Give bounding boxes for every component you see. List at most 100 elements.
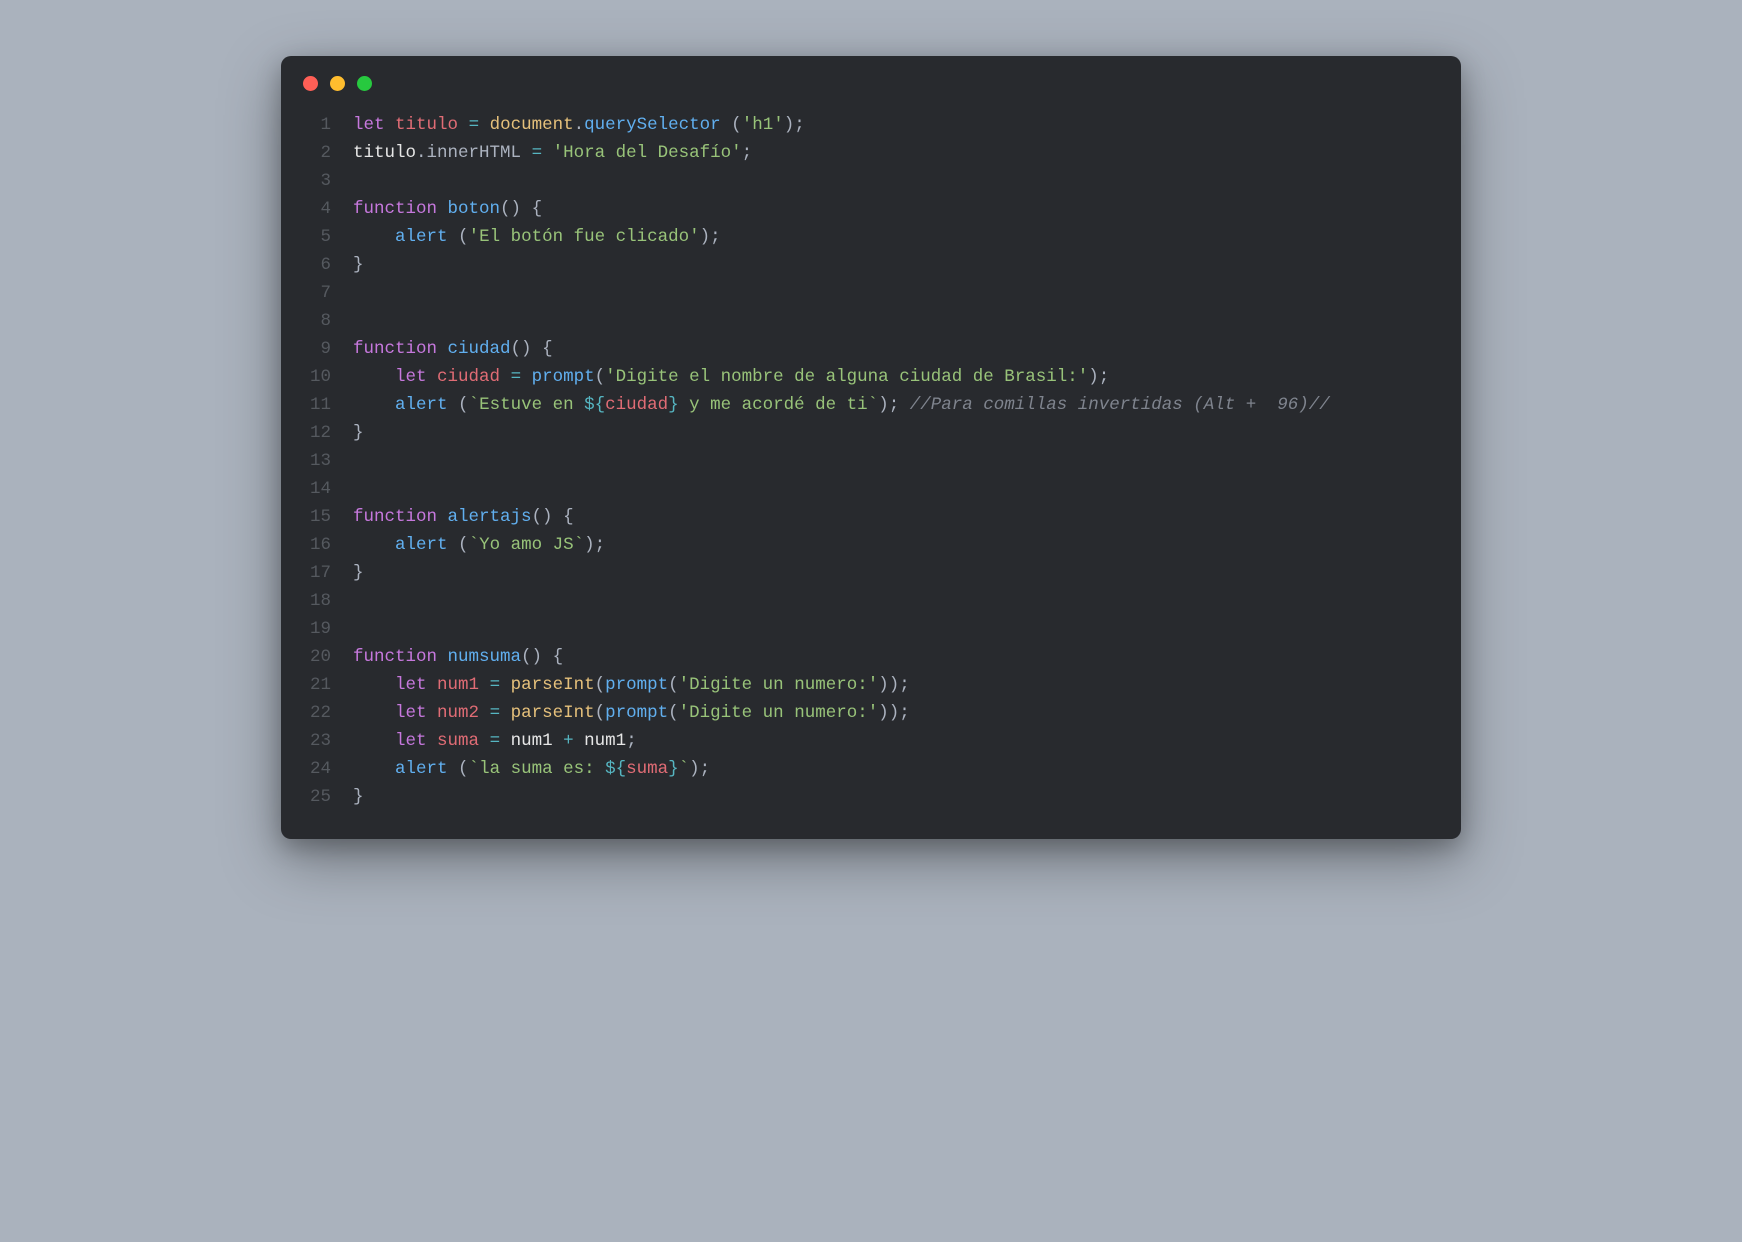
code-content[interactable]: let ciudad = prompt('Digite el nombre de…: [353, 363, 1441, 391]
token-sp: [427, 731, 438, 751]
token-punct: (): [521, 647, 542, 667]
token-str: 'Digite el nombre de alguna ciudad de Br…: [605, 367, 1088, 387]
token-op: +: [563, 731, 574, 751]
token-punct: {: [532, 199, 543, 219]
token-punct: ;: [710, 227, 721, 247]
token-func: alertajs: [448, 507, 532, 527]
code-line[interactable]: 16 alert (`Yo amo JS`);: [295, 531, 1441, 559]
code-line[interactable]: 8: [295, 307, 1441, 335]
token-tmpl: `Yo amo JS`: [469, 535, 585, 555]
code-content[interactable]: [353, 167, 1441, 195]
window-title-bar: [281, 56, 1461, 103]
token-punct: .: [574, 115, 585, 135]
code-content[interactable]: [353, 615, 1441, 643]
line-number: 16: [295, 531, 353, 559]
token-punct: ): [784, 115, 795, 135]
code-content[interactable]: }: [353, 783, 1441, 811]
code-content[interactable]: [353, 447, 1441, 475]
token-func: boton: [448, 199, 501, 219]
line-number: 24: [295, 755, 353, 783]
code-line[interactable]: 10 let ciudad = prompt('Digite el nombre…: [295, 363, 1441, 391]
token-sp: [437, 199, 448, 219]
code-content[interactable]: [353, 587, 1441, 615]
code-line[interactable]: 14: [295, 475, 1441, 503]
token-func: prompt: [532, 367, 595, 387]
token-tmpldlm: }: [668, 395, 679, 415]
token-punct: (: [458, 535, 469, 555]
code-line[interactable]: 19: [295, 615, 1441, 643]
code-content[interactable]: }: [353, 251, 1441, 279]
token-punct: }: [353, 423, 364, 443]
code-line[interactable]: 7: [295, 279, 1441, 307]
token-sp: [458, 115, 469, 135]
token-sp: [385, 115, 396, 135]
code-line[interactable]: 23 let suma = num1 + num1;: [295, 727, 1441, 755]
code-line[interactable]: 24 alert (`la suma es: ${suma}`);: [295, 755, 1441, 783]
code-line[interactable]: 12}: [295, 419, 1441, 447]
token-punct: (: [731, 115, 742, 135]
code-content[interactable]: let suma = num1 + num1;: [353, 727, 1441, 755]
token-punct: (: [595, 703, 606, 723]
code-content[interactable]: let num1 = parseInt(prompt('Digite un nu…: [353, 671, 1441, 699]
code-editor[interactable]: 1let titulo = document.querySelector ('h…: [281, 103, 1461, 839]
zoom-icon[interactable]: [357, 76, 372, 91]
code-line[interactable]: 9function ciudad() {: [295, 335, 1441, 363]
code-content[interactable]: titulo.innerHTML = 'Hora del Desafío';: [353, 139, 1441, 167]
code-line[interactable]: 5 alert ('El botón fue clicado');: [295, 223, 1441, 251]
code-content[interactable]: function ciudad() {: [353, 335, 1441, 363]
code-line[interactable]: 25}: [295, 783, 1441, 811]
token-func: querySelector: [584, 115, 721, 135]
code-content[interactable]: alert (`Estuve en ${ciudad} y me acordé …: [353, 391, 1441, 419]
code-content[interactable]: function alertajs() {: [353, 503, 1441, 531]
line-number: 8: [295, 307, 353, 335]
code-line[interactable]: 15function alertajs() {: [295, 503, 1441, 531]
token-punct: (: [595, 367, 606, 387]
token-punct: {: [542, 339, 553, 359]
token-punct: (: [458, 395, 469, 415]
token-sp: [479, 115, 490, 135]
code-content[interactable]: let titulo = document.querySelector ('h1…: [353, 111, 1441, 139]
code-line[interactable]: 21 let num1 = parseInt(prompt('Digite un…: [295, 671, 1441, 699]
minimize-icon[interactable]: [330, 76, 345, 91]
token-punct: ;: [700, 759, 711, 779]
line-number: 20: [295, 643, 353, 671]
token-op: =: [511, 367, 522, 387]
token-op: =: [490, 675, 501, 695]
token-punct: ;: [794, 115, 805, 135]
code-content[interactable]: [353, 279, 1441, 307]
code-line[interactable]: 3: [295, 167, 1441, 195]
code-line[interactable]: 13: [295, 447, 1441, 475]
code-content[interactable]: }: [353, 559, 1441, 587]
code-content[interactable]: [353, 475, 1441, 503]
code-line[interactable]: 2titulo.innerHTML = 'Hora del Desafío';: [295, 139, 1441, 167]
token-sp: [553, 507, 564, 527]
code-content[interactable]: let num2 = parseInt(prompt('Digite un nu…: [353, 699, 1441, 727]
code-content[interactable]: function numsuma() {: [353, 643, 1441, 671]
token-sp: [353, 731, 395, 751]
code-line[interactable]: 6}: [295, 251, 1441, 279]
code-content[interactable]: [353, 307, 1441, 335]
code-line[interactable]: 20function numsuma() {: [295, 643, 1441, 671]
code-content[interactable]: alert (`Yo amo JS`);: [353, 531, 1441, 559]
token-kw: function: [353, 339, 437, 359]
code-line[interactable]: 22 let num2 = parseInt(prompt('Digite un…: [295, 699, 1441, 727]
line-number: 25: [295, 783, 353, 811]
code-content[interactable]: alert (`la suma es: ${suma}`);: [353, 755, 1441, 783]
token-sp: [542, 647, 553, 667]
token-punct: .: [416, 143, 427, 163]
line-number: 1: [295, 111, 353, 139]
token-ident: num1: [584, 731, 626, 751]
code-line[interactable]: 4function boton() {: [295, 195, 1441, 223]
code-line[interactable]: 17}: [295, 559, 1441, 587]
code-content[interactable]: }: [353, 419, 1441, 447]
token-punct: {: [553, 647, 564, 667]
code-line[interactable]: 1let titulo = document.querySelector ('h…: [295, 111, 1441, 139]
token-str: 'Digite un numero:': [679, 675, 879, 695]
code-line[interactable]: 11 alert (`Estuve en ${ciudad} y me acor…: [295, 391, 1441, 419]
code-content[interactable]: function boton() {: [353, 195, 1441, 223]
token-op: =: [469, 115, 480, 135]
close-icon[interactable]: [303, 76, 318, 91]
code-line[interactable]: 18: [295, 587, 1441, 615]
code-content[interactable]: alert ('El botón fue clicado');: [353, 223, 1441, 251]
token-punct: (: [668, 703, 679, 723]
